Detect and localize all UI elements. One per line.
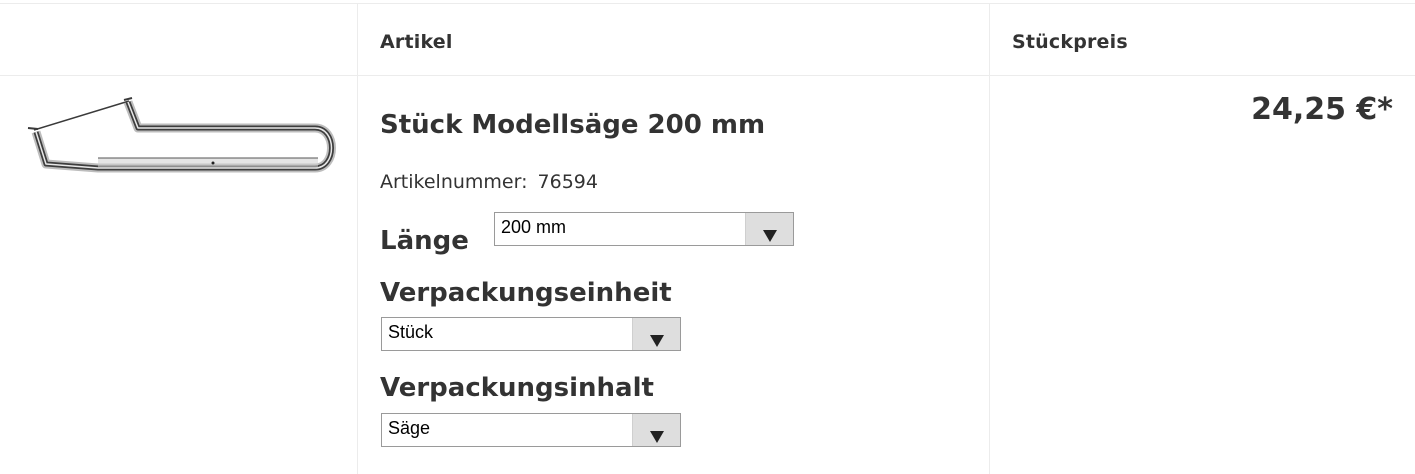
table-top-border — [0, 3, 1415, 4]
product-title[interactable]: Stück Modellsäge 200 mm — [380, 110, 765, 140]
chevron-down-icon — [650, 335, 664, 347]
packaging-content-select-button[interactable] — [632, 414, 680, 446]
header-unit-price: Stückpreis — [1012, 31, 1128, 53]
saw-icon — [27, 97, 336, 173]
article-number: Artikelnummer: 76594 — [380, 171, 598, 193]
article-number-label: Artikelnummer: — [380, 171, 528, 193]
length-select-value: 200 mm — [501, 217, 567, 237]
column-divider-2 — [989, 3, 990, 474]
packaging-content-select-value: Säge — [388, 418, 431, 438]
column-divider-1 — [357, 3, 358, 474]
chevron-down-icon — [650, 431, 664, 443]
chevron-down-icon — [763, 230, 777, 242]
length-select[interactable]: 200 mm — [494, 212, 794, 246]
length-select-button[interactable] — [745, 213, 793, 245]
packaging-unit-select-button[interactable] — [632, 318, 680, 350]
packaging-unit-label: Verpackungseinheit — [380, 278, 672, 308]
article-number-value: 76594 — [537, 171, 598, 193]
unit-price: 24,25 €* — [1251, 92, 1393, 127]
length-label: Länge — [380, 226, 469, 256]
product-image[interactable] — [22, 92, 340, 180]
packaging-unit-select[interactable]: Stück — [381, 317, 681, 351]
packaging-content-label: Verpackungsinhalt — [380, 373, 654, 403]
header-divider — [0, 75, 1415, 76]
header-article: Artikel — [380, 31, 453, 53]
product-table: Artikel Stückpreis Stück Modellsäge 200 … — [0, 0, 1415, 474]
packaging-content-select[interactable]: Säge — [381, 413, 681, 447]
packaging-unit-select-value: Stück — [388, 322, 434, 342]
